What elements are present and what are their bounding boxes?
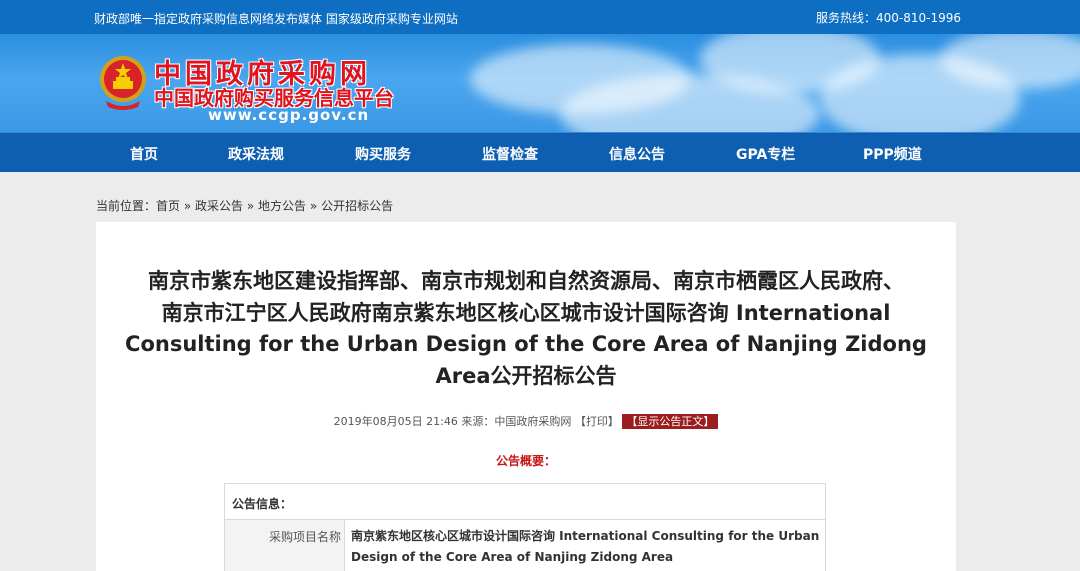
nav-item-announcements[interactable]: 信息公告 — [609, 144, 665, 164]
nav-item-supervision[interactable]: 监督检查 — [482, 144, 538, 164]
nav-item-home[interactable]: 首页 — [130, 144, 158, 164]
project-name-value: 南京紫东地区核心区城市设计国际咨询 International Consulti… — [351, 529, 820, 564]
article-title-line: Area公开招标公告 — [435, 363, 617, 388]
breadcrumb-separator: » — [246, 199, 255, 213]
nav-item-ppp[interactable]: PPP频道 — [863, 144, 922, 164]
breadcrumb-separator: » — [309, 199, 318, 213]
breadcrumb-local-notices[interactable]: 地方公告 — [258, 199, 306, 213]
print-link[interactable]: 【打印】 — [575, 415, 619, 428]
article-title-line: 南京市紫东地区建设指挥部、南京市规划和自然资源局、南京市栖霞区人民政府、 — [148, 269, 904, 293]
top-bar: 财政部唯一指定政府采购信息网络发布媒体 国家级政府采购专业网站 服务热线：400… — [0, 0, 1080, 34]
breadcrumb-home[interactable]: 首页 — [156, 199, 180, 213]
nav-item-purchase-services[interactable]: 购买服务 — [355, 144, 411, 164]
show-body-button[interactable]: 【显示公告正文】 — [622, 414, 719, 429]
article-title-line: Consulting for the Urban Design of the C… — [125, 332, 927, 356]
site-slogan: 财政部唯一指定政府采购信息网络发布媒体 国家级政府采购专业网站 — [94, 12, 458, 26]
breadcrumb-open-tender[interactable]: 公开招标公告 — [321, 199, 393, 213]
breadcrumb-prefix: 当前位置： — [96, 199, 157, 213]
article-meta: 2019年08月05日 21:46 来源：中国政府采购网 【打印】 【显示公告正… — [96, 413, 956, 429]
nav-item-regulations[interactable]: 政采法规 — [228, 144, 284, 164]
article-title-line: 南京市江宁区人民政府南京紫东地区核心区城市设计国际咨询 Internationa… — [161, 300, 891, 325]
publish-date: 2019年08月05日 21:46 — [333, 415, 458, 428]
nav-item-gpa[interactable]: GPA专栏 — [736, 144, 795, 164]
national-emblem-icon — [100, 56, 146, 110]
article-source: 来源：中国政府采购网 — [461, 415, 572, 428]
breadcrumb-procurement-notices[interactable]: 政采公告 — [195, 199, 243, 213]
service-hotline: 服务热线：400-810-1996 — [816, 11, 962, 25]
article-title: 南京市紫东地区建设指挥部、南京市规划和自然资源局、南京市栖霞区人民政府、 南京市… — [111, 266, 941, 392]
breadcrumb-separator: » — [183, 199, 192, 213]
project-name-label: 采购项目名称 — [225, 520, 345, 571]
breadcrumb: 当前位置：首页 » 政采公告 » 地方公告 » 公开招标公告 — [96, 197, 393, 214]
summary-heading: 公告概要： — [495, 454, 556, 468]
main-nav: 首页 政采法规 购买服务 监督检查 信息公告 GPA专栏 PPP频道 — [0, 132, 1080, 172]
info-table-header: 公告信息： — [225, 484, 825, 520]
article-panel: 南京市紫东地区建设指挥部、南京市规划和自然资源局、南京市栖霞区人民政府、 南京市… — [96, 222, 956, 571]
site-banner: 中国政府采购网 中国政府购买服务信息平台 www.ccgp.gov.cn — [0, 34, 1080, 132]
site-url: www.ccgp.gov.cn — [208, 106, 370, 124]
table-row: 采购项目名称 南京紫东地区核心区城市设计国际咨询 International C… — [225, 520, 825, 571]
announcement-info-table: 公告信息： 采购项目名称 南京紫东地区核心区城市设计国际咨询 Internati… — [224, 483, 826, 571]
